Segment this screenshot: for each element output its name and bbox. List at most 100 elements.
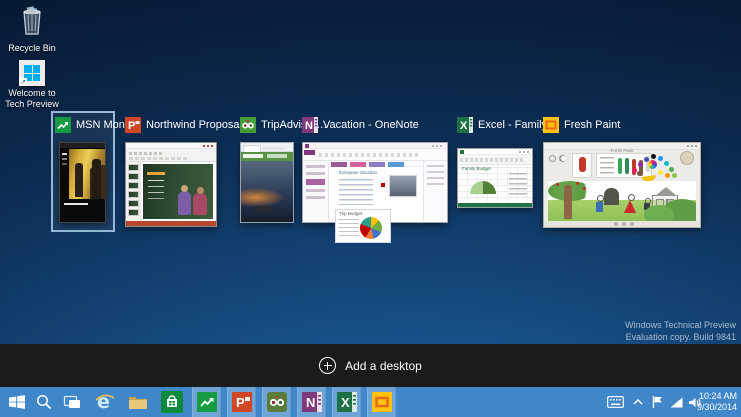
- window-title: Vacation - OneNote: [323, 119, 419, 131]
- onenote-ribbon: [303, 149, 447, 161]
- thumbnail-onenote[interactable]: European Vacation Trip Budget: [302, 142, 448, 243]
- network-button[interactable]: [667, 387, 686, 417]
- plus-circle-icon: [319, 357, 337, 374]
- excel-status-bar: [458, 203, 532, 207]
- onenote-icon: N: [301, 392, 322, 412]
- window-label-onenote[interactable]: N Vacation - OneNote: [302, 117, 419, 133]
- onenote-icon: N: [302, 117, 318, 133]
- task-view-button[interactable]: [59, 387, 85, 417]
- recycle-bin-label: Recycle Bin: [8, 43, 56, 53]
- onenote-page-title: European Vacation: [339, 170, 377, 175]
- window-title: Fresh Paint: [564, 119, 621, 131]
- msn-left-panel: [60, 149, 69, 201]
- welcome-tile-icon: ↗: [19, 60, 45, 86]
- recycle-bin-icon: [23, 6, 41, 35]
- search-button[interactable]: [31, 387, 57, 417]
- onenote-photo: [389, 175, 417, 197]
- thumbnail-msn-money[interactable]: [59, 142, 106, 223]
- ppt-slide-pane: [126, 162, 141, 221]
- store-icon: [161, 391, 183, 413]
- taskbar-fresh-paint[interactable]: [367, 387, 396, 417]
- tripadvisor-header: [241, 152, 293, 161]
- keyboard-icon: [607, 396, 624, 408]
- tripadvisor-photo: [241, 161, 293, 222]
- file-explorer-icon: [129, 397, 147, 409]
- taskbar-onenote[interactable]: N: [297, 387, 326, 417]
- add-desktop-button[interactable]: Add a desktop: [319, 357, 422, 374]
- watermark-line1: Windows Technical Preview: [625, 320, 736, 330]
- msn-ticker-area: [60, 199, 105, 222]
- flag-icon: [652, 396, 662, 408]
- action-center-button[interactable]: [648, 387, 667, 417]
- taskbar-excel[interactable]: X: [332, 387, 361, 417]
- msn-money-icon: [196, 392, 217, 412]
- onenote-page: European Vacation Trip Budget: [329, 167, 423, 243]
- drawing-figure-woman: [624, 194, 637, 214]
- msn-photo-area: [69, 149, 105, 201]
- thumbnail-tripadvisor[interactable]: [240, 142, 294, 223]
- ppt-photo-person-2: [193, 187, 207, 215]
- taskbar-msn-money[interactable]: [192, 387, 221, 417]
- tripadvisor-icon: [266, 392, 287, 412]
- show-hidden-icons-button[interactable]: [628, 387, 647, 417]
- ppt-status-bar: [126, 221, 216, 226]
- drawing-bushes: [644, 199, 696, 221]
- thumbnail-fresh-paint[interactable]: Fresh Paint: [543, 142, 701, 228]
- onenote-red-icon: [381, 183, 385, 187]
- svg-text:N: N: [305, 120, 313, 132]
- chevron-up-icon: [632, 398, 643, 405]
- svg-text:X: X: [460, 120, 468, 132]
- desktop-icon-welcome[interactable]: ↗ Welcome to Tech Preview: [1, 60, 63, 110]
- onenote-bullet-list: [339, 179, 373, 205]
- onenote-pie-chart: [360, 217, 382, 239]
- watermark-line2: Evaluation copy. Build 9841: [625, 332, 736, 342]
- taskbar-powerpoint[interactable]: P: [227, 387, 256, 417]
- ppt-photo-person-1: [178, 185, 191, 215]
- add-desktop-label: Add a desktop: [345, 358, 422, 373]
- clock-date: 9/30/2014: [696, 402, 737, 412]
- evaluation-watermark: Windows Technical Preview Evaluation cop…: [625, 319, 736, 343]
- onenote-box-title: Trip Budget: [339, 211, 363, 216]
- welcome-label: Welcome to Tech Preview: [5, 88, 59, 109]
- store-button[interactable]: [159, 387, 185, 417]
- excel-grid: Family Budget: [458, 165, 532, 203]
- freshpaint-toolbar-buttons: [549, 155, 556, 162]
- freshpaint-canvas: [548, 181, 696, 221]
- internet-explorer-button[interactable]: e: [92, 387, 118, 417]
- svg-text:P: P: [128, 120, 135, 132]
- svg-text:N: N: [306, 395, 315, 410]
- excel-icon: X: [336, 392, 357, 412]
- window-label-powerpoint[interactable]: P Northwind Proposa…: [125, 117, 251, 133]
- excel-icon: X: [457, 117, 473, 133]
- start-button[interactable]: [4, 387, 30, 417]
- svg-text:e: e: [97, 391, 110, 413]
- freshpaint-paint-cup: [680, 151, 694, 165]
- excel-chart-title: Family Budget: [462, 166, 491, 171]
- window-label-msn-money[interactable]: MSN Mon…: [55, 117, 136, 133]
- desktop-icon-recycle-bin[interactable]: Recycle Bin: [1, 6, 63, 54]
- onenote-budget-box: Trip Budget: [335, 209, 391, 243]
- taskbar-clock[interactable]: 10:24 AM 9/30/2014: [697, 387, 737, 417]
- file-explorer-button[interactable]: [125, 387, 151, 417]
- excel-gauge-chart: [470, 181, 496, 194]
- taskbar-tripadvisor[interactable]: [262, 387, 291, 417]
- thumbnail-powerpoint[interactable]: [125, 142, 217, 227]
- freshpaint-color-panel: [572, 153, 592, 178]
- powerpoint-icon: P: [125, 117, 141, 133]
- start-windows-icon: [9, 395, 25, 409]
- window-label-fresh-paint[interactable]: Fresh Paint: [543, 117, 620, 133]
- freshpaint-titlebar: Fresh Paint: [544, 143, 700, 153]
- freshpaint-bottom-bar: [544, 221, 700, 227]
- desktop-task-view: Recycle Bin ↗ Welcome to Tech Preview Wi…: [0, 0, 741, 417]
- task-view-bottom-bar: Add a desktop: [0, 344, 741, 387]
- fresh-paint-icon: [543, 117, 559, 133]
- clock-time: 10:24 AM: [698, 391, 737, 401]
- touch-keyboard-button[interactable]: [606, 387, 625, 417]
- powerpoint-icon: P: [231, 392, 252, 412]
- browser-chrome: [241, 143, 293, 153]
- freshpaint-color-wheel: [648, 160, 657, 169]
- svg-text:P: P: [236, 395, 245, 410]
- onenote-right-panel: [423, 161, 447, 222]
- excel-ribbon: [458, 155, 532, 165]
- thumbnail-excel[interactable]: Family Budget: [457, 148, 533, 208]
